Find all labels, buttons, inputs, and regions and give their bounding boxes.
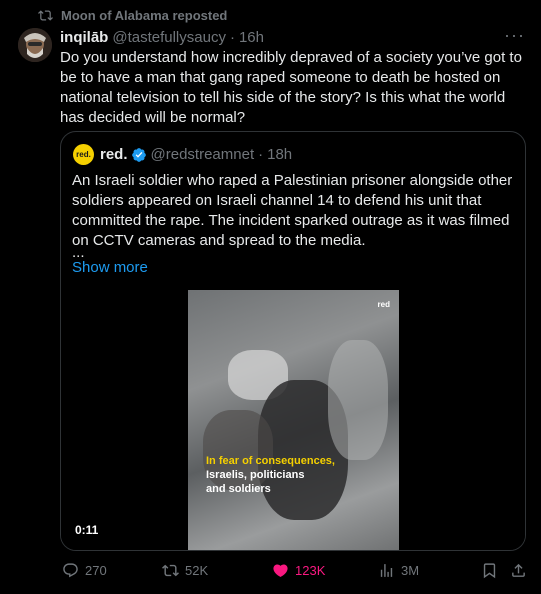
views-chart-icon [380,564,393,577]
repost-icon [162,564,179,577]
reply-button[interactable]: 270 [62,562,107,579]
repost-button[interactable]: 52K [162,562,208,579]
action-bar: 270 52K 123K 3M [60,562,530,582]
avatar[interactable] [18,28,52,62]
views-button[interactable]: 3M [378,562,419,579]
caption-line: Israelis, politicians [206,469,305,481]
views-count: 3M [401,563,420,578]
verified-badge-icon [131,147,146,162]
separator-dot: · [229,29,235,46]
bookmark-icon [483,563,496,579]
repost-text: Moon of Alabama reposted [61,8,228,23]
share-icon [512,563,525,577]
quote-avatar[interactable]: red. [73,144,94,165]
quoted-tweet[interactable]: red. red. @redstreamnet · 18h An Israeli… [60,131,526,551]
reply-icon [63,563,78,578]
tweet-header: inqilāb @tastefullysaucy · 16h ··· [60,25,525,46]
quote-time[interactable]: 18h [267,146,292,163]
tweet-time[interactable]: 16h [239,29,264,46]
heart-filled-icon [273,564,288,577]
show-more-link[interactable]: Show more [72,259,148,276]
video-duration: 0:11 [75,523,99,537]
video-figure [328,340,388,460]
tweet-text: Do you understand how incredibly deprave… [60,49,522,126]
avatar-image [18,28,52,62]
author-handle[interactable]: @tastefullysaucy [112,29,226,46]
like-button[interactable]: 123K [272,562,325,579]
quote-author-handle[interactable]: @redstreamnet [151,146,255,163]
separator-dot: · [258,146,264,163]
author-name[interactable]: inqilāb [60,29,108,46]
share-button[interactable] [510,562,527,579]
video-caption: In fear of consequences, Israelis, polit… [206,454,335,496]
video-player[interactable]: red In fear of consequences, Israelis, p… [188,290,399,550]
like-count: 123K [295,563,326,578]
caption-highlight: In fear of consequences, [206,455,335,467]
quote-text: An Israeli soldier who raped a Palestini… [72,172,513,249]
video-watermark: red [377,300,390,309]
reply-count: 270 [85,563,107,578]
quote-header: red. red. @redstreamnet · 18h [73,144,292,165]
quote-media[interactable]: red In fear of consequences, Israelis, p… [61,290,525,550]
caption-line: and soldiers [206,483,271,495]
bookmark-button[interactable] [481,562,498,579]
repost-indicator[interactable]: Moon of Alabama reposted [38,8,227,23]
repost-icon [38,10,53,21]
more-options-button[interactable]: ··· [504,25,525,46]
repost-count: 52K [185,563,209,578]
quote-author-name[interactable]: red. [100,146,128,163]
